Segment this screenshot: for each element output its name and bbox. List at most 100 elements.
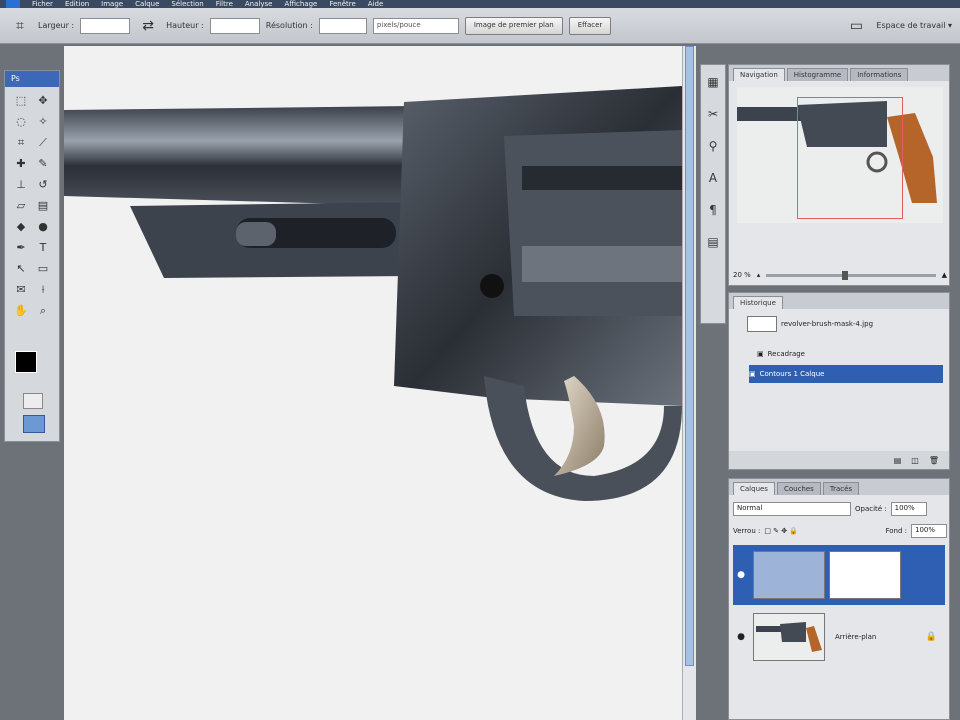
lasso-tool-icon[interactable]: ◌ — [11, 112, 31, 131]
zoom-value[interactable]: 20 % — [733, 271, 751, 279]
fill-field[interactable]: 100% — [911, 524, 947, 538]
magic-wand-tool-icon[interactable]: ✧ — [33, 112, 53, 131]
crop-tool-icon[interactable]: ⌗ — [8, 15, 32, 37]
hand-tool-icon[interactable]: ✋ — [11, 301, 31, 320]
gradient-tool-icon[interactable]: ▤ — [33, 196, 53, 215]
menu-selection[interactable]: Sélection — [171, 0, 203, 8]
navigator-panel: Navigation Histogramme Informations 20 %… — [728, 64, 950, 286]
navigator-view-box[interactable] — [797, 97, 903, 219]
visibility-eye-icon[interactable]: ● — [733, 570, 749, 580]
history-step-icon: ▣ — [757, 350, 764, 358]
type-tool-icon[interactable]: T — [33, 238, 53, 257]
blend-mode-select[interactable]: Normal — [733, 502, 851, 516]
marquee-tool-icon[interactable]: ⬚ — [11, 91, 31, 110]
resolution-label: Résolution : — [265, 21, 313, 30]
eyedropper-tool-icon[interactable]: ⟊ — [33, 280, 53, 299]
layer-name: Arrière-plan — [835, 633, 877, 641]
menu-fenetre[interactable]: Fenêtre — [329, 0, 355, 8]
history-step-label: Recadrage — [767, 350, 805, 358]
resolution-unit-select[interactable]: pixels/pouce — [372, 17, 459, 34]
history-panel: Historique revolver-brush-mask-4.jpg ▣ R… — [728, 292, 950, 470]
layer-comps-icon[interactable]: ▤ — [704, 233, 722, 251]
width-label: Largeur : — [38, 21, 75, 30]
document-canvas[interactable] — [64, 46, 682, 720]
standard-mode-icon[interactable] — [23, 393, 43, 409]
height-field[interactable] — [209, 17, 260, 34]
menu-affichage[interactable]: Affichage — [284, 0, 317, 8]
paragraph-panel-icon[interactable]: ¶ — [704, 201, 722, 219]
lock-label: Verrou : — [733, 527, 761, 535]
snapshot-thumbnail — [747, 316, 777, 332]
menu-image[interactable]: Image — [101, 0, 123, 8]
app-logo-icon — [6, 0, 20, 8]
history-step-row-selected[interactable]: ▣ Contours 1 Calque — [749, 365, 943, 383]
menu-aide[interactable]: Aide — [368, 0, 383, 8]
workspace-menu[interactable]: Espace de travail ▾ — [876, 21, 952, 30]
healing-tool-icon[interactable]: ✚ — [11, 154, 31, 173]
palette-well-icon[interactable]: ▭ — [844, 15, 868, 37]
swap-icon[interactable]: ⇄ — [136, 15, 160, 37]
canvas-vertical-scrollbar[interactable] — [682, 46, 696, 720]
scrollbar-thumb[interactable] — [685, 46, 694, 666]
new-snapshot-icon[interactable]: ◫ — [911, 456, 919, 465]
navigator-thumbnail[interactable] — [737, 87, 943, 223]
clone-source-icon[interactable]: ⚲ — [704, 137, 722, 155]
opacity-field[interactable]: 100% — [890, 502, 927, 516]
pen-tool-icon[interactable]: ✒ — [11, 238, 31, 257]
shape-tool-icon[interactable]: ▭ — [33, 259, 53, 278]
menu-fichier[interactable]: Ficher — [32, 0, 53, 8]
notes-tool-icon[interactable]: ✉ — [11, 280, 31, 299]
background-layer-thumbnail — [753, 613, 825, 661]
lock-icons[interactable]: □ ✎ ✥ 🔒 — [764, 527, 798, 535]
tab-layers[interactable]: Calques — [733, 482, 775, 495]
history-step-row[interactable]: ▣ Recadrage — [757, 345, 943, 363]
stamp-tool-icon[interactable]: ⊥ — [11, 175, 31, 194]
layer-mask-thumbnail[interactable] — [829, 551, 901, 599]
zoom-slider-knob[interactable] — [842, 270, 849, 280]
zoom-tool-icon[interactable]: ⌕ — [33, 301, 53, 320]
front-image-button[interactable]: Image de premier plan — [464, 16, 563, 35]
crop-tool-icon[interactable]: ⌗ — [11, 133, 31, 152]
blur-tool-icon[interactable]: ◆ — [11, 217, 31, 236]
foreground-color-swatch[interactable] — [15, 351, 37, 373]
options-bar: ⌗ Largeur : ⇄ Hauteur : Résolution : pix… — [0, 8, 960, 44]
clear-button[interactable]: Effacer — [568, 16, 612, 35]
resolution-field[interactable] — [318, 17, 367, 34]
revolver-thumbnail — [756, 622, 822, 652]
revolver-image — [64, 86, 682, 501]
brushes-panel-icon[interactable]: ▦ — [704, 73, 722, 91]
move-tool-icon[interactable]: ✥ — [33, 91, 53, 110]
screen-mode-icon[interactable] — [23, 415, 45, 433]
tab-navigation[interactable]: Navigation — [733, 68, 785, 81]
zoom-out-icon[interactable]: ▴ — [757, 271, 761, 279]
history-snapshot-row[interactable]: revolver-brush-mask-4.jpg — [747, 315, 943, 333]
tab-information[interactable]: Informations — [850, 68, 909, 81]
zoom-slider[interactable] — [766, 270, 936, 280]
menu-edition[interactable]: Edition — [65, 0, 89, 8]
width-field[interactable] — [80, 17, 131, 34]
tab-histogram[interactable]: Histogramme — [786, 68, 849, 81]
history-brush-tool-icon[interactable]: ↺ — [33, 175, 53, 194]
history-step-icon: ▣ — [749, 370, 756, 378]
menu-calque[interactable]: Calque — [135, 0, 159, 8]
tab-paths[interactable]: Tracés — [822, 482, 860, 495]
brush-tool-icon[interactable]: ✎ — [33, 154, 53, 173]
path-select-tool-icon[interactable]: ↖ — [11, 259, 31, 278]
new-document-icon[interactable]: ▤ — [894, 456, 902, 465]
menu-analyse[interactable]: Analyse — [245, 0, 273, 8]
tab-channels[interactable]: Couches — [776, 482, 821, 495]
zoom-in-icon[interactable]: ▲ — [942, 271, 947, 279]
character-panel-icon[interactable]: A — [704, 169, 722, 187]
menu-filtre[interactable]: Filtre — [216, 0, 233, 8]
tool-presets-icon[interactable]: ✂ — [704, 105, 722, 123]
tab-history[interactable]: Historique — [733, 296, 783, 309]
layer-row-background[interactable]: ● Arrière-plan 🔒 — [733, 607, 945, 667]
layer-lock-icon: 🔒 — [925, 632, 937, 642]
slice-tool-icon[interactable]: ⟋ — [33, 133, 53, 152]
dodge-tool-icon[interactable]: ● — [33, 217, 53, 236]
eraser-tool-icon[interactable]: ▱ — [11, 196, 31, 215]
tools-title: Ps — [5, 71, 59, 87]
visibility-eye-icon[interactable]: ● — [733, 632, 749, 642]
layer-row-selected[interactable]: ● — [733, 545, 945, 605]
delete-icon[interactable]: 🗑 — [929, 456, 939, 465]
